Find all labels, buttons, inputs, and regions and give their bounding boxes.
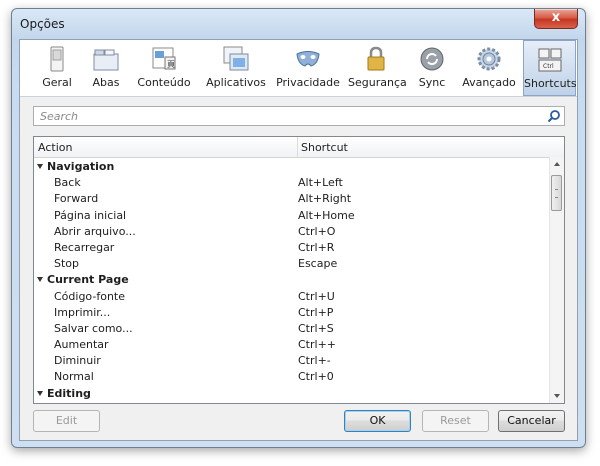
tab-seguranca[interactable]: Segurança xyxy=(348,40,407,96)
keyboard-icon: Ctrl xyxy=(538,48,561,72)
tab-abas-label: Abas xyxy=(92,76,120,89)
row-action: Editing xyxy=(47,386,91,400)
row-shortcut: Alt+Left xyxy=(298,176,343,190)
tab-shortcuts[interactable]: Ctrl Shortcuts xyxy=(523,40,577,96)
tree-header: Action Shortcut xyxy=(34,137,564,158)
shortcut-column-header[interactable]: Shortcut xyxy=(301,141,348,154)
expand-triangle-icon[interactable] xyxy=(37,390,43,396)
row-shortcut: Ctrl+P xyxy=(298,305,334,319)
tree-row[interactable]: Código-fonte Ctrl+U xyxy=(34,289,550,305)
title-bar[interactable]: Opções x xyxy=(12,9,585,39)
tab-aplicativos[interactable]: Aplicativos xyxy=(202,40,270,96)
row-shortcut: Ctrl+O xyxy=(298,224,336,238)
tree-group-row[interactable]: Current Page xyxy=(34,272,550,288)
scroll-up-arrow-icon[interactable] xyxy=(550,157,564,171)
row-shortcut: Ctrl+R xyxy=(298,240,335,254)
search-icon[interactable] xyxy=(547,109,561,123)
tree-row[interactable]: Abrir arquivo... Ctrl+O xyxy=(34,224,550,240)
row-action: Página inicial xyxy=(54,208,127,222)
row-action: Current Page xyxy=(47,273,129,287)
row-shortcut: Escape xyxy=(298,257,338,271)
row-action: Stop xyxy=(54,257,80,271)
applications-icon xyxy=(223,46,249,71)
search-input[interactable] xyxy=(34,107,540,125)
tab-aplicativos-label: Aplicativos xyxy=(206,76,266,89)
close-button[interactable]: x xyxy=(534,9,578,29)
tabs-icon xyxy=(93,49,119,71)
row-shortcut: Ctrl+0 xyxy=(298,370,334,384)
padlock-icon xyxy=(367,46,385,71)
edit-button[interactable]: Edit xyxy=(33,410,100,432)
tree-row[interactable]: Salvar como... Ctrl+S xyxy=(34,321,550,337)
row-action: Aumentar xyxy=(54,338,109,352)
tab-geral-label: Geral xyxy=(42,76,72,89)
reset-button[interactable]: Reset xyxy=(422,410,489,432)
expand-triangle-icon[interactable] xyxy=(37,277,43,283)
row-action: Diminuir xyxy=(54,354,101,368)
tab-sync-label: Sync xyxy=(418,76,446,89)
mask-icon xyxy=(296,51,320,67)
row-action: Normal xyxy=(54,370,94,384)
tab-avancado[interactable]: Avançado xyxy=(460,40,518,96)
vertical-scrollbar[interactable] xyxy=(549,157,564,403)
tree-row[interactable]: Recarregar Ctrl+R xyxy=(34,240,550,256)
sync-icon xyxy=(420,47,444,71)
tree-group-row[interactable]: Editing xyxy=(34,386,550,402)
gear-icon xyxy=(477,47,501,71)
tab-geral[interactable]: Geral xyxy=(34,40,80,96)
search-box xyxy=(33,106,565,126)
tree-row[interactable]: Normal Ctrl+0 xyxy=(34,369,550,385)
row-action: Salvar como... xyxy=(54,321,133,335)
cancel-button[interactable]: Cancelar xyxy=(498,410,565,432)
tab-conteudo[interactable]: 頁 Conteúdo xyxy=(134,40,194,96)
tab-privacidade[interactable]: Privacidade xyxy=(276,40,340,96)
row-shortcut: Ctrl+- xyxy=(298,354,331,368)
tree-group-row[interactable]: Navigation xyxy=(34,159,550,175)
tab-sync[interactable]: Sync xyxy=(412,40,452,96)
tree-row[interactable]: Stop Escape xyxy=(34,256,550,272)
row-shortcut: Ctrl+U xyxy=(298,289,335,303)
tab-shortcuts-label: Shortcuts xyxy=(524,77,577,90)
row-action: Navigation xyxy=(47,160,115,173)
tree-row[interactable]: Aumentar Ctrl++ xyxy=(34,337,550,353)
tree-row[interactable]: Forward Alt+Right xyxy=(34,191,550,207)
svg-text:Ctrl: Ctrl xyxy=(543,63,554,70)
options-toolbar: Geral Abas 頁 Conteúdo Aplicativos Privac… xyxy=(20,40,577,97)
row-shortcut: Ctrl+S xyxy=(298,321,334,335)
close-icon: x xyxy=(551,10,561,25)
scroll-down-arrow-icon[interactable] xyxy=(550,389,564,403)
shortcuts-tree: Action Shortcut Navigation Back Alt+Left… xyxy=(33,136,565,404)
ok-button[interactable]: OK xyxy=(344,410,411,432)
tab-avancado-label: Avançado xyxy=(462,76,516,89)
dialog-client-area: Geral Abas 頁 Conteúdo Aplicativos Privac… xyxy=(19,39,578,441)
row-shortcut: Alt+Home xyxy=(298,208,355,222)
tree-row[interactable]: Diminuir Ctrl+- xyxy=(34,353,550,369)
switch-icon xyxy=(50,46,64,72)
row-action: Forward xyxy=(54,192,99,206)
action-column-header[interactable]: Action xyxy=(38,141,72,154)
svg-text:頁: 頁 xyxy=(167,60,175,69)
tree-row[interactable]: Back Alt+Left xyxy=(34,175,550,191)
tab-privacidade-label: Privacidade xyxy=(276,76,340,89)
content-icon: 頁 xyxy=(152,47,176,70)
tab-conteudo-label: Conteúdo xyxy=(137,76,191,89)
tree-row[interactable]: Imprimir... Ctrl+P xyxy=(34,305,550,321)
row-action: Back xyxy=(54,176,81,190)
row-shortcut: Alt+Right xyxy=(298,192,352,206)
row-shortcut: Ctrl++ xyxy=(298,338,337,352)
scrollbar-thumb[interactable] xyxy=(551,175,562,211)
expand-triangle-icon[interactable] xyxy=(37,164,43,169)
row-action: Imprimir... xyxy=(54,305,111,319)
window-title: Opções xyxy=(20,17,65,31)
row-action: Abrir arquivo... xyxy=(54,224,136,238)
tree-row[interactable]: Página inicial Alt+Home xyxy=(34,208,550,224)
tab-seguranca-label: Segurança xyxy=(348,76,407,89)
row-action: Código-fonte xyxy=(54,289,125,303)
column-divider[interactable] xyxy=(297,137,298,157)
row-action: Recarregar xyxy=(54,240,115,254)
tree-rows: Navigation Back Alt+Left Forward Alt+Rig… xyxy=(34,159,550,402)
tab-abas[interactable]: Abas xyxy=(86,40,126,96)
options-dialog: Opções x Geral Abas 頁 Conteúdo Aplicativ… xyxy=(11,8,586,448)
